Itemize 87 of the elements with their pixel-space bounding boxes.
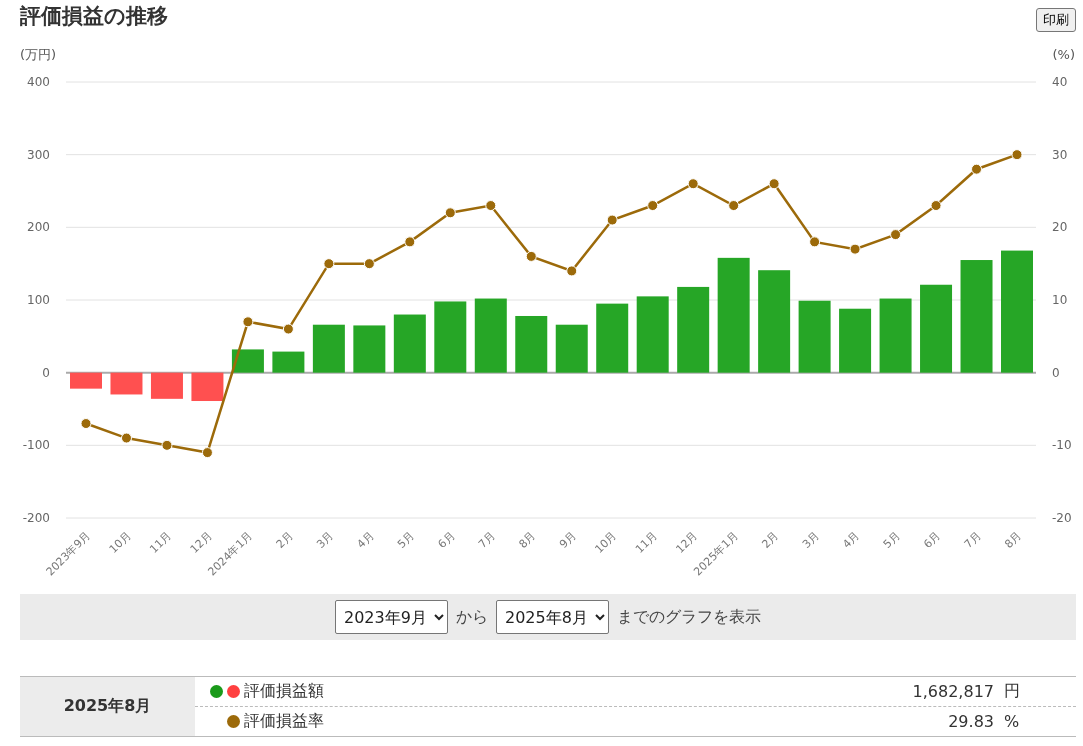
tick-label: 400 [27, 75, 50, 89]
bar [596, 303, 629, 373]
tick-label: 8月 [516, 528, 539, 551]
point [485, 200, 497, 212]
range-text: までのグラフを表示 [617, 606, 761, 628]
point [121, 432, 132, 444]
point [1011, 149, 1023, 161]
month-select[interactable]: 2023年9月 [335, 600, 448, 634]
tick-label: 10月 [106, 528, 134, 556]
tick-label: 4月 [840, 528, 863, 551]
point [242, 316, 254, 328]
tick-label: 10月 [592, 528, 620, 556]
tick-label: 4月 [354, 528, 377, 551]
bar [150, 372, 183, 399]
tick-label: 300 [27, 147, 50, 162]
tick-label: 11月 [147, 528, 175, 556]
tick-label: 9月 [556, 528, 579, 551]
tick-label: 10 [1052, 293, 1068, 307]
tick-label: 40 [1052, 75, 1068, 89]
tick-label: 5月 [880, 528, 903, 551]
point [647, 200, 659, 212]
tick-label: -200 [22, 511, 50, 525]
bar [434, 301, 467, 373]
point [606, 214, 618, 226]
tick-label: -100 [22, 438, 50, 453]
tick-label: 12月 [673, 528, 701, 556]
point [404, 236, 416, 248]
axis-unit: (%) [1052, 47, 1075, 62]
tick-label: 3月 [799, 528, 822, 551]
row-value: 1,682,817 [912, 682, 994, 701]
tick-label: 100 [27, 293, 50, 307]
tick-label: 2月 [273, 528, 296, 551]
print-button[interactable]: 印刷 [1036, 8, 1076, 32]
bar [353, 325, 386, 373]
bar [555, 324, 588, 373]
bar [393, 314, 426, 373]
bar [110, 372, 143, 395]
point [363, 258, 375, 270]
tick-label: 200 [27, 220, 50, 235]
tick-label: 30 [1052, 147, 1068, 162]
tick-label: 3月 [314, 528, 336, 551]
bar [515, 316, 548, 373]
point [768, 178, 780, 190]
row-label: 評価損益額 [244, 681, 324, 702]
page-title: 評価損益の推移 [20, 3, 168, 30]
tick-label: -10 [1052, 438, 1072, 453]
point [890, 229, 902, 241]
point [728, 200, 740, 212]
tick-label: 6月 [921, 528, 944, 551]
tick-label: 6月 [435, 528, 458, 551]
month-select[interactable]: 2025年8月 [496, 600, 609, 634]
tick-label: 2月 [759, 528, 782, 551]
tick-label: 5月 [395, 528, 417, 551]
point [849, 243, 861, 255]
point [323, 258, 335, 270]
range-text: から [456, 606, 488, 628]
point [930, 200, 942, 212]
tick-label: 7月 [961, 528, 984, 551]
point [201, 447, 213, 459]
period-cell: 2025年8月 [20, 677, 195, 736]
axis-unit: (万円) [20, 47, 57, 62]
point [161, 439, 173, 451]
point [282, 323, 294, 335]
point [809, 236, 821, 248]
row-label: 評価損益率 [244, 711, 324, 732]
tick-label: 7月 [476, 528, 498, 551]
point [687, 178, 699, 190]
point [444, 207, 456, 219]
bar [839, 308, 872, 373]
point [971, 163, 982, 175]
tick-label: 8月 [1002, 528, 1025, 551]
row-value: 29.83 [948, 712, 994, 731]
bar [231, 349, 264, 373]
tick-label: 20 [1052, 220, 1068, 235]
point [80, 418, 92, 430]
bar [191, 372, 224, 401]
point [525, 250, 537, 262]
tick-label: 11月 [632, 528, 660, 556]
tick-label: -20 [1052, 511, 1072, 525]
row-unit: 円 [1003, 681, 1021, 702]
tick-label: 12月 [187, 528, 215, 556]
tick-label: 0 [1052, 365, 1060, 380]
tick-label: 0 [42, 365, 50, 380]
point [566, 265, 578, 277]
row-unit: % [1003, 712, 1021, 731]
bar [272, 351, 305, 373]
bar [312, 324, 345, 373]
